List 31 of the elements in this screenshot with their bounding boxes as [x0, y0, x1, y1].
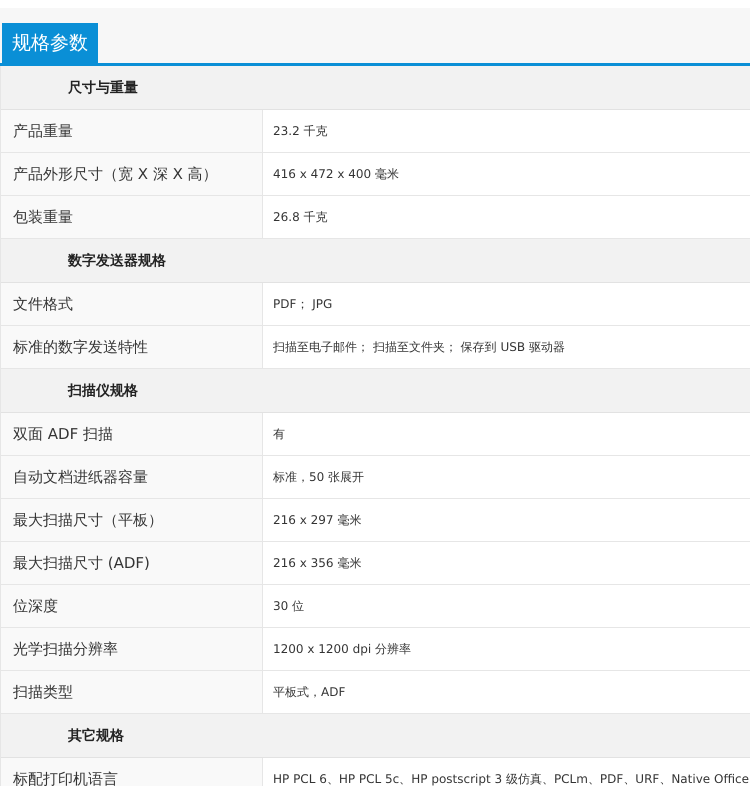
value-cell-text: 1200 x 1200 dpi 分辨率 — [272, 640, 412, 658]
label-cell: 产品外形尺寸（宽 X 深 X 高） — [1, 153, 263, 195]
value-cell-text: 扫描至电子邮件； 扫描至文件夹； 保存到 USB 驱动器 — [272, 338, 566, 356]
label-cell: 标准的数字发送特性 — [1, 326, 263, 368]
value-cell-text: 30 位 — [272, 598, 306, 614]
label-cell: 双面 ADF 扫描 — [1, 413, 263, 455]
label-cell: 最大扫描尺寸 (ADF) — [1, 542, 263, 584]
label-cell: 最大扫描尺寸（平板） — [1, 499, 263, 541]
value-cell-text: 平板式，ADF — [272, 684, 346, 700]
label-cell: 包装重量 — [1, 196, 263, 238]
value-cell-text: 216 x 356 毫米 — [272, 554, 362, 572]
section-title: 数字发送器规格 — [68, 252, 166, 270]
label-cell: 自动文档进纸器容量 — [1, 456, 263, 498]
label-cell: 产品重量 — [1, 110, 263, 152]
value-cell-text: 标准，50 张展开 — [272, 468, 366, 486]
value-cell-text: 216 x 297 毫米 — [272, 512, 362, 528]
section-title: 尺寸与重量 — [68, 78, 138, 96]
label-cell: 文件格式 — [1, 283, 263, 325]
value-cell-text: 23.2 千克 — [272, 122, 329, 140]
value-cell-text: HP PCL 6、HP PCL 5c、HP postscript 3 级仿真、PCLm、PDF、URF、Native Office — [272, 770, 750, 786]
label-cell: 标配打印机语言 — [1, 758, 263, 786]
label-cell: 光学扫描分辨率 — [1, 628, 263, 670]
section-title: 扫描仪规格 — [68, 382, 138, 400]
value-cell-text: PDF； JPG — [272, 296, 334, 312]
label-cell: 位深度 — [1, 585, 263, 627]
value-cell-text: 26.8 千克 — [272, 208, 329, 226]
value-cell-text: 416 x 472 x 400 毫米 — [272, 166, 400, 182]
label-cell: 扫描类型 — [1, 671, 263, 713]
value-cell-text: 有 — [272, 426, 286, 442]
section-title: 其它规格 — [68, 726, 124, 744]
specs-tab[interactable]: 规格参数 — [2, 23, 98, 63]
